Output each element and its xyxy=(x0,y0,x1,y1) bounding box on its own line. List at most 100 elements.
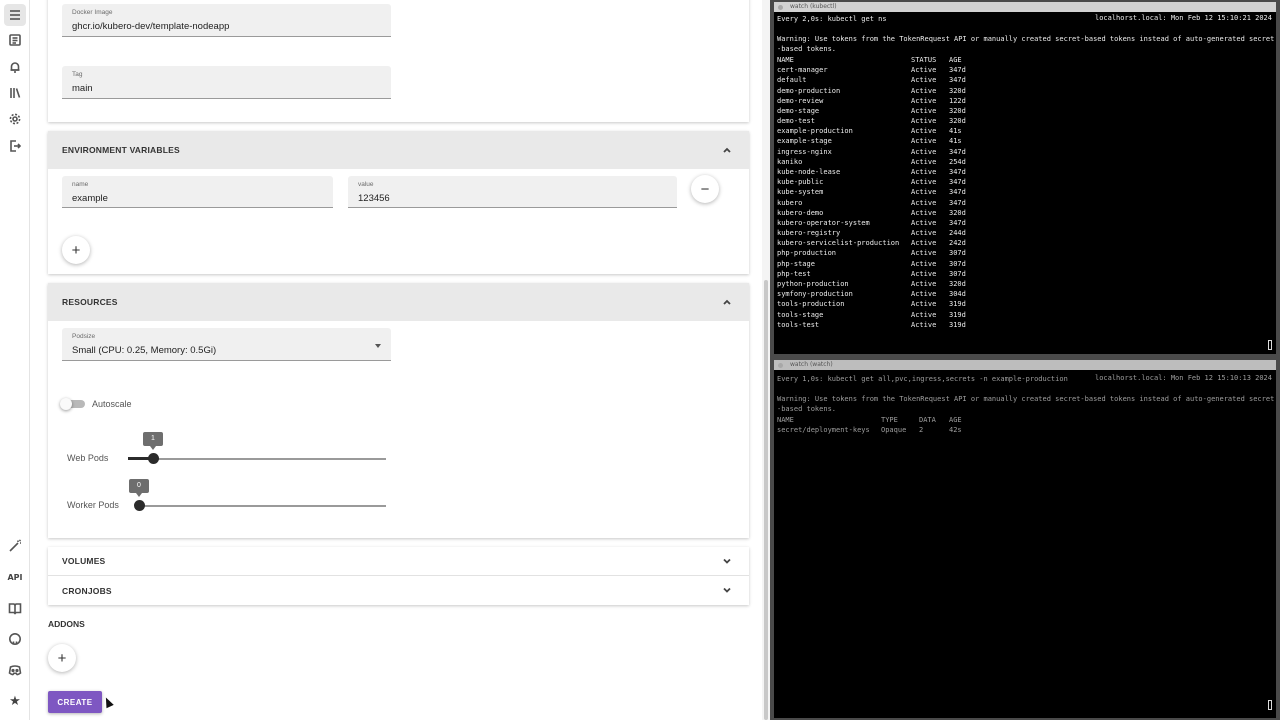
terminal-bottom[interactable]: watch (watch) Every 1,0s: kubectl get al… xyxy=(774,360,1276,718)
terminal-top-warning-2: -based tokens. xyxy=(777,45,837,53)
docker-image-field[interactable]: Docker Image ghcr.io/kubero-dev/template… xyxy=(62,4,391,37)
terminal_top-header-cell: NAME xyxy=(777,56,794,64)
terminal_top-cell: Active xyxy=(911,208,937,217)
form-scrollbar-thumb[interactable] xyxy=(764,280,768,720)
gear-icon[interactable] xyxy=(7,111,23,127)
terminal_top-cell: Active xyxy=(911,259,937,268)
terminal-top-warning-1: Warning: Use tokens from the TokenReques… xyxy=(777,35,1275,43)
terminal_bottom-cell: 42s xyxy=(949,426,962,435)
terminal_top-cell: default xyxy=(777,76,807,85)
resources-title: RESOURCES xyxy=(62,297,118,307)
terminal_bottom-header-cell: AGE xyxy=(949,416,962,424)
terminal_bottom-header-cell: DATA xyxy=(919,416,936,424)
terminal_top-cell: 347d xyxy=(949,188,966,197)
star-icon[interactable]: ★ xyxy=(7,693,23,709)
autoscale-toggle[interactable] xyxy=(60,398,72,410)
plus-icon: + xyxy=(57,649,67,667)
terminal_top-cell: 319d xyxy=(949,310,966,319)
terminal_top-cell: Active xyxy=(911,66,937,75)
terminal-top-host-time: localhorst.local: Mon Feb 12 15:10:21 20… xyxy=(1094,14,1272,22)
terminal_top-cell: tools-stage xyxy=(777,310,824,319)
web-pods-value-tooltip: 1 xyxy=(143,432,163,450)
terminal_top-cell: ingress-nginx xyxy=(777,147,832,156)
terminal-cursor-icon xyxy=(1268,700,1272,710)
form-scrollbar[interactable] xyxy=(762,0,770,720)
terminal_top-cell: python-production xyxy=(777,279,849,288)
add-addon-button[interactable]: + xyxy=(48,644,76,672)
terminal_bottom-cell: Opaque xyxy=(881,426,907,435)
terminal-cursor-icon xyxy=(1268,340,1272,350)
terminal_top-cell: 320d xyxy=(949,117,966,126)
remove-env-var-button[interactable]: − xyxy=(691,175,719,203)
env-name-field[interactable]: name example xyxy=(62,176,333,208)
web-pods-slider-thumb[interactable] xyxy=(148,453,159,464)
plus-icon: + xyxy=(71,241,81,259)
chevron-down-icon[interactable] xyxy=(721,555,733,567)
logout-icon[interactable] xyxy=(7,138,23,154)
volumes-header[interactable]: VOLUMES xyxy=(48,547,749,576)
api-icon[interactable]: API xyxy=(7,569,23,585)
terminal_top-cell: 320d xyxy=(949,208,966,217)
terminal_bottom-header-cell: TYPE xyxy=(881,416,898,424)
window-dot-icon xyxy=(778,363,783,368)
podsize-select[interactable]: Podsize Small (CPU: 0.25, Memory: 0.5Gi) xyxy=(62,328,391,361)
resources-header[interactable]: RESOURCES xyxy=(48,283,749,321)
env-vars-header[interactable]: ENVIRONMENT VARIABLES xyxy=(48,131,749,169)
env-value-field[interactable]: value 123456 xyxy=(348,176,677,208)
wand-icon[interactable] xyxy=(7,538,23,554)
chevron-down-icon[interactable] xyxy=(721,584,733,596)
terminal_top-cell: demo-production xyxy=(777,86,841,95)
worker-pods-label: Worker Pods xyxy=(67,500,119,510)
terminal_top-cell: demo-test xyxy=(777,117,815,126)
cronjobs-header[interactable]: CRONJOBS xyxy=(48,576,749,605)
worker-pods-slider-thumb[interactable] xyxy=(134,500,145,511)
apps-icon[interactable] xyxy=(4,4,26,26)
worker-pods-value-tooltip: 0 xyxy=(129,479,149,497)
book-icon[interactable] xyxy=(7,600,23,616)
cronjobs-title: CRONJOBS xyxy=(62,585,112,596)
terminal-top[interactable]: watch (kubectl) Every 2,0s: kubectl get … xyxy=(774,2,1276,354)
terminal-top-titlebar: watch (kubectl) xyxy=(774,2,1276,12)
terminal_top-cell: Active xyxy=(911,279,937,288)
github-icon[interactable] xyxy=(7,631,23,647)
terminal_top-cell: Active xyxy=(911,290,937,299)
addons-title: ADDONS xyxy=(48,619,85,629)
left-nav-rail: API ★ xyxy=(0,0,30,720)
library-icon[interactable] xyxy=(7,85,23,101)
add-env-var-button[interactable]: + xyxy=(62,236,90,264)
chevron-up-icon[interactable] xyxy=(721,296,733,308)
terminal_top-cell: kube-system xyxy=(777,188,824,197)
env-vars-title: ENVIRONMENT VARIABLES xyxy=(62,145,180,155)
terminal_top-cell: 122d xyxy=(949,96,966,105)
autoscale-label: Autoscale xyxy=(92,399,132,409)
terminal_top-cell: 320d xyxy=(949,86,966,95)
discord-icon[interactable] xyxy=(7,662,23,678)
terminal_top-cell: 41s xyxy=(949,137,962,146)
terminal_top-header-cell: AGE xyxy=(949,56,962,64)
worker-pods-slider-track[interactable] xyxy=(136,505,386,507)
tag-field[interactable]: Tag main xyxy=(62,66,391,99)
terminal_top-cell: 320d xyxy=(949,106,966,115)
terminal_top-cell: 347d xyxy=(949,76,966,85)
dropdown-arrow-icon xyxy=(375,344,381,348)
terminal_top-cell: 41s xyxy=(949,127,962,136)
web-pods-slider-track[interactable] xyxy=(128,458,386,460)
terminal_top-cell: 307d xyxy=(949,269,966,278)
terminal_top-cell: Active xyxy=(911,178,937,187)
list-icon[interactable] xyxy=(7,32,23,48)
terminal_top-cell: Active xyxy=(911,300,937,309)
terminal_top-cell: php-test xyxy=(777,269,811,278)
chevron-up-icon[interactable] xyxy=(721,144,733,156)
terminal_top-cell: Active xyxy=(911,157,937,166)
terminal_bottom-cell: secret/deployment-keys xyxy=(777,426,870,435)
terminal_top-cell: Active xyxy=(911,229,937,238)
minus-icon: − xyxy=(700,180,710,198)
terminal_top-cell: Active xyxy=(911,76,937,85)
create-button[interactable]: CREATE xyxy=(48,691,102,713)
terminal_top-cell: Active xyxy=(911,117,937,126)
terminal_top-cell: demo-review xyxy=(777,96,824,105)
bell-icon[interactable] xyxy=(7,59,23,75)
terminal_top-cell: Active xyxy=(911,320,937,329)
env-vars-panel: ENVIRONMENT VARIABLES name example value… xyxy=(48,131,749,274)
terminal_top-cell: Active xyxy=(911,218,937,227)
